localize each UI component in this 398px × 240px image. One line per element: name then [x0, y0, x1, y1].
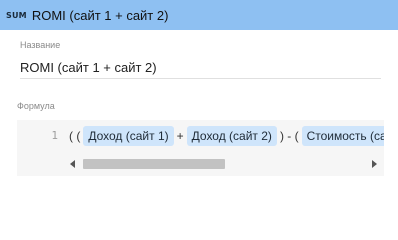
name-field-label: Название — [20, 40, 61, 50]
dialog-title: ROMI (сайт 1 + сайт 2) — [31, 7, 169, 23]
minus-operator-token: ) - ( — [279, 129, 299, 143]
scrollbar-thumb[interactable] — [83, 159, 225, 169]
name-input[interactable] — [20, 56, 381, 79]
sum-icon: SUM — [6, 10, 27, 20]
line-number: 1 — [51, 129, 58, 142]
scroll-right-arrow-icon[interactable] — [372, 160, 377, 168]
scroll-left-arrow-icon[interactable] — [70, 160, 75, 168]
metric-chip-cost-site1[interactable]: Стоимость (сайт 1) — [301, 126, 384, 146]
horizontal-scrollbar[interactable] — [64, 157, 384, 171]
plus-operator-token: + — [176, 129, 184, 143]
dialog-header: SUM ROMI (сайт 1 + сайт 2) — [0, 0, 398, 30]
paren-open-token: ( ( — [69, 129, 81, 143]
metric-chip-income-site2[interactable]: Доход (сайт 2) — [186, 126, 277, 146]
metric-chip-income-site1[interactable]: Доход (сайт 1) — [83, 126, 174, 146]
formula-editor[interactable]: 1 ( ( Доход (сайт 1) + Доход (сайт 2) ) … — [17, 120, 384, 176]
line-number-gutter: 1 — [17, 120, 64, 176]
formula-code-line[interactable]: ( ( Доход (сайт 1) + Доход (сайт 2) ) - … — [67, 125, 384, 147]
formula-field-label: Формула — [17, 101, 55, 111]
